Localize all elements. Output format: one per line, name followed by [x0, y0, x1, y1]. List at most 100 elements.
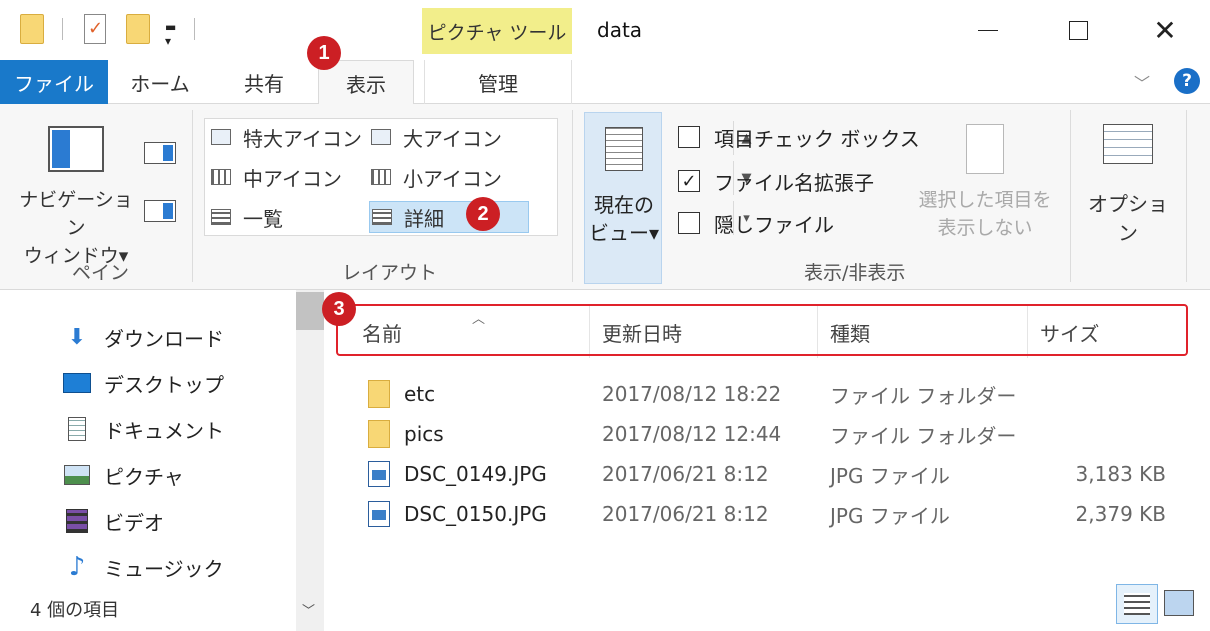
group-label-show-hide: 表示/非表示: [804, 262, 906, 284]
help-icon[interactable]: ?: [1174, 68, 1200, 94]
extra-large-icons-icon: [211, 129, 231, 145]
hide-selected-label: 選択した項目を 表示しない: [918, 189, 1052, 239]
checkbox-checked[interactable]: ✓: [678, 170, 700, 192]
layout-gallery: 特大アイコン 大アイコン 中アイコン 小アイコン 一覧 詳細 ▲ ▼ ▾: [204, 118, 752, 236]
title-bar: ▬▾ ピクチャ ツール data ✕: [0, 0, 1210, 60]
large-icons-view-button[interactable]: [1164, 590, 1194, 616]
tab-home[interactable]: ホーム: [114, 60, 206, 104]
file-date: 2017/06/21 8:12: [602, 462, 769, 486]
picture-icon: [62, 462, 92, 488]
chevron-down-icon[interactable]: ﹀: [302, 600, 315, 619]
properties-icon[interactable]: [84, 14, 106, 44]
table-row[interactable]: DSC_0149.JPG 2017/06/21 8:12 JPG ファイル 3,…: [354, 454, 1184, 494]
nav-item-label: ミュージック: [104, 556, 224, 581]
maximize-button[interactable]: [1058, 12, 1098, 48]
separator: [1186, 110, 1187, 282]
video-icon: [62, 508, 92, 534]
checkbox-label: 隠しファイル: [714, 212, 834, 237]
nav-item-label: ピクチャ: [104, 464, 184, 489]
file-extensions-toggle[interactable]: ✓ ファイル名拡張子: [678, 164, 874, 198]
hidden-files-toggle[interactable]: 隠しファイル: [678, 206, 834, 240]
layout-item-label: 中アイコン: [243, 166, 342, 191]
layout-list[interactable]: 一覧: [211, 201, 371, 233]
table-row[interactable]: pics 2017/08/12 12:44 ファイル フォルダー: [354, 414, 1184, 454]
customize-quick-access-icon[interactable]: ▬ ▾: [165, 20, 176, 48]
tab-share[interactable]: 共有: [218, 60, 310, 104]
minimize-button[interactable]: [968, 12, 1008, 48]
layout-item-label: 詳細: [404, 206, 444, 231]
file-size: [1054, 414, 1166, 454]
hide-item-icon: [966, 124, 1004, 174]
group-label-pane: ペイン: [72, 262, 130, 284]
file-size: 3,183 KB: [1075, 462, 1166, 486]
file-name: etc: [404, 382, 436, 406]
file-name: pics: [404, 422, 444, 446]
step-badge-2: 2: [466, 197, 500, 231]
separator: [1070, 110, 1071, 282]
table-row[interactable]: DSC_0150.JPG 2017/06/21 8:12 JPG ファイル 2,…: [354, 494, 1184, 534]
item-checkboxes-toggle[interactable]: 項目チェック ボックス: [678, 120, 920, 154]
layout-medium-icons[interactable]: 中アイコン: [211, 161, 371, 193]
details-view-button[interactable]: [1116, 584, 1158, 624]
ribbon-view: ナビゲーション ウィンドウ▾ ペイン 特大アイコン 大アイコン 中アイコン 小ア…: [0, 104, 1210, 290]
folder-icon: [368, 420, 390, 448]
navigation-pane-icon[interactable]: [48, 126, 104, 172]
layout-extra-large-icons[interactable]: 特大アイコン: [211, 121, 371, 153]
group-label-layout: レイアウト: [342, 262, 438, 284]
layout-item-label: 小アイコン: [403, 166, 502, 191]
nav-item-music[interactable]: ♪ ミュージック: [62, 550, 224, 584]
layout-details[interactable]: 詳細: [369, 201, 529, 233]
nav-pane-scrollbar[interactable]: ﹀: [296, 290, 324, 631]
file-type: ファイル フォルダー: [830, 383, 1017, 408]
close-button[interactable]: ✕: [1145, 12, 1185, 48]
file-date: 2017/06/21 8:12: [602, 502, 769, 526]
scrollbar-thumb[interactable]: [296, 292, 324, 330]
file-date: 2017/08/12 18:22: [602, 382, 782, 406]
picture-tools-header: ピクチャ ツール: [422, 8, 572, 54]
checkbox[interactable]: [678, 126, 700, 148]
file-name: DSC_0150.JPG: [404, 502, 547, 526]
separator: [192, 110, 193, 282]
nav-item-downloads[interactable]: ⬇ ダウンロード: [62, 320, 224, 354]
hide-selected-items-button: 選択した項目を 表示しない: [906, 124, 1064, 242]
options-label: オプション: [1088, 192, 1168, 245]
file-type: ファイル フォルダー: [830, 423, 1017, 448]
layout-item-label: 大アイコン: [403, 126, 502, 151]
music-note-icon: ♪: [68, 552, 86, 582]
current-view-button[interactable]: 現在の ビュー▾: [584, 112, 662, 284]
nav-item-desktop[interactable]: デスクトップ: [62, 366, 224, 400]
table-row[interactable]: etc 2017/08/12 18:22 ファイル フォルダー: [354, 374, 1184, 414]
step-badge-3: 3: [322, 292, 356, 326]
file-name: DSC_0149.JPG: [404, 462, 547, 486]
step-badge-1: 1: [307, 36, 341, 70]
highlight-box: [336, 304, 1188, 356]
nav-item-pictures[interactable]: ピクチャ: [62, 458, 184, 492]
file-list: ︿ 名前 更新日時 種類 サイズ etc 2017/08/12 18:22 ファ…: [324, 290, 1210, 631]
folder-icon[interactable]: [20, 14, 44, 44]
list-icon: [211, 209, 231, 225]
tab-manage[interactable]: 管理: [424, 60, 572, 104]
nav-item-documents[interactable]: ドキュメント: [62, 412, 224, 446]
checkbox[interactable]: [678, 212, 700, 234]
nav-item-videos[interactable]: ビデオ: [62, 504, 164, 538]
ribbon-tabs: ファイル ホーム 共有 表示 管理 ﹀ ?: [0, 60, 1210, 105]
layout-item-label: 特大アイコン: [243, 126, 362, 151]
new-folder-icon[interactable]: [126, 14, 150, 44]
options-icon: [1103, 124, 1153, 164]
tab-file[interactable]: ファイル: [0, 60, 108, 104]
chevron-down-icon[interactable]: ﹀: [1134, 70, 1150, 94]
status-item-count: 4 個の項目: [30, 600, 120, 621]
nav-item-label: ビデオ: [104, 510, 164, 535]
layout-large-icons[interactable]: 大アイコン: [371, 121, 531, 153]
window-title: data: [597, 18, 643, 42]
options-button[interactable]: オプション: [1080, 124, 1176, 246]
details-pane-icon[interactable]: [144, 200, 176, 222]
preview-pane-icon[interactable]: [144, 142, 176, 164]
nav-item-label: ドキュメント: [104, 418, 224, 443]
checkbox-label: 項目チェック ボックス: [714, 126, 920, 151]
layout-small-icons[interactable]: 小アイコン: [371, 161, 531, 193]
details-icon: [372, 209, 392, 225]
file-size: 2,379 KB: [1075, 502, 1166, 526]
details-view-icon: [1124, 593, 1150, 615]
large-icons-icon: [371, 129, 391, 145]
